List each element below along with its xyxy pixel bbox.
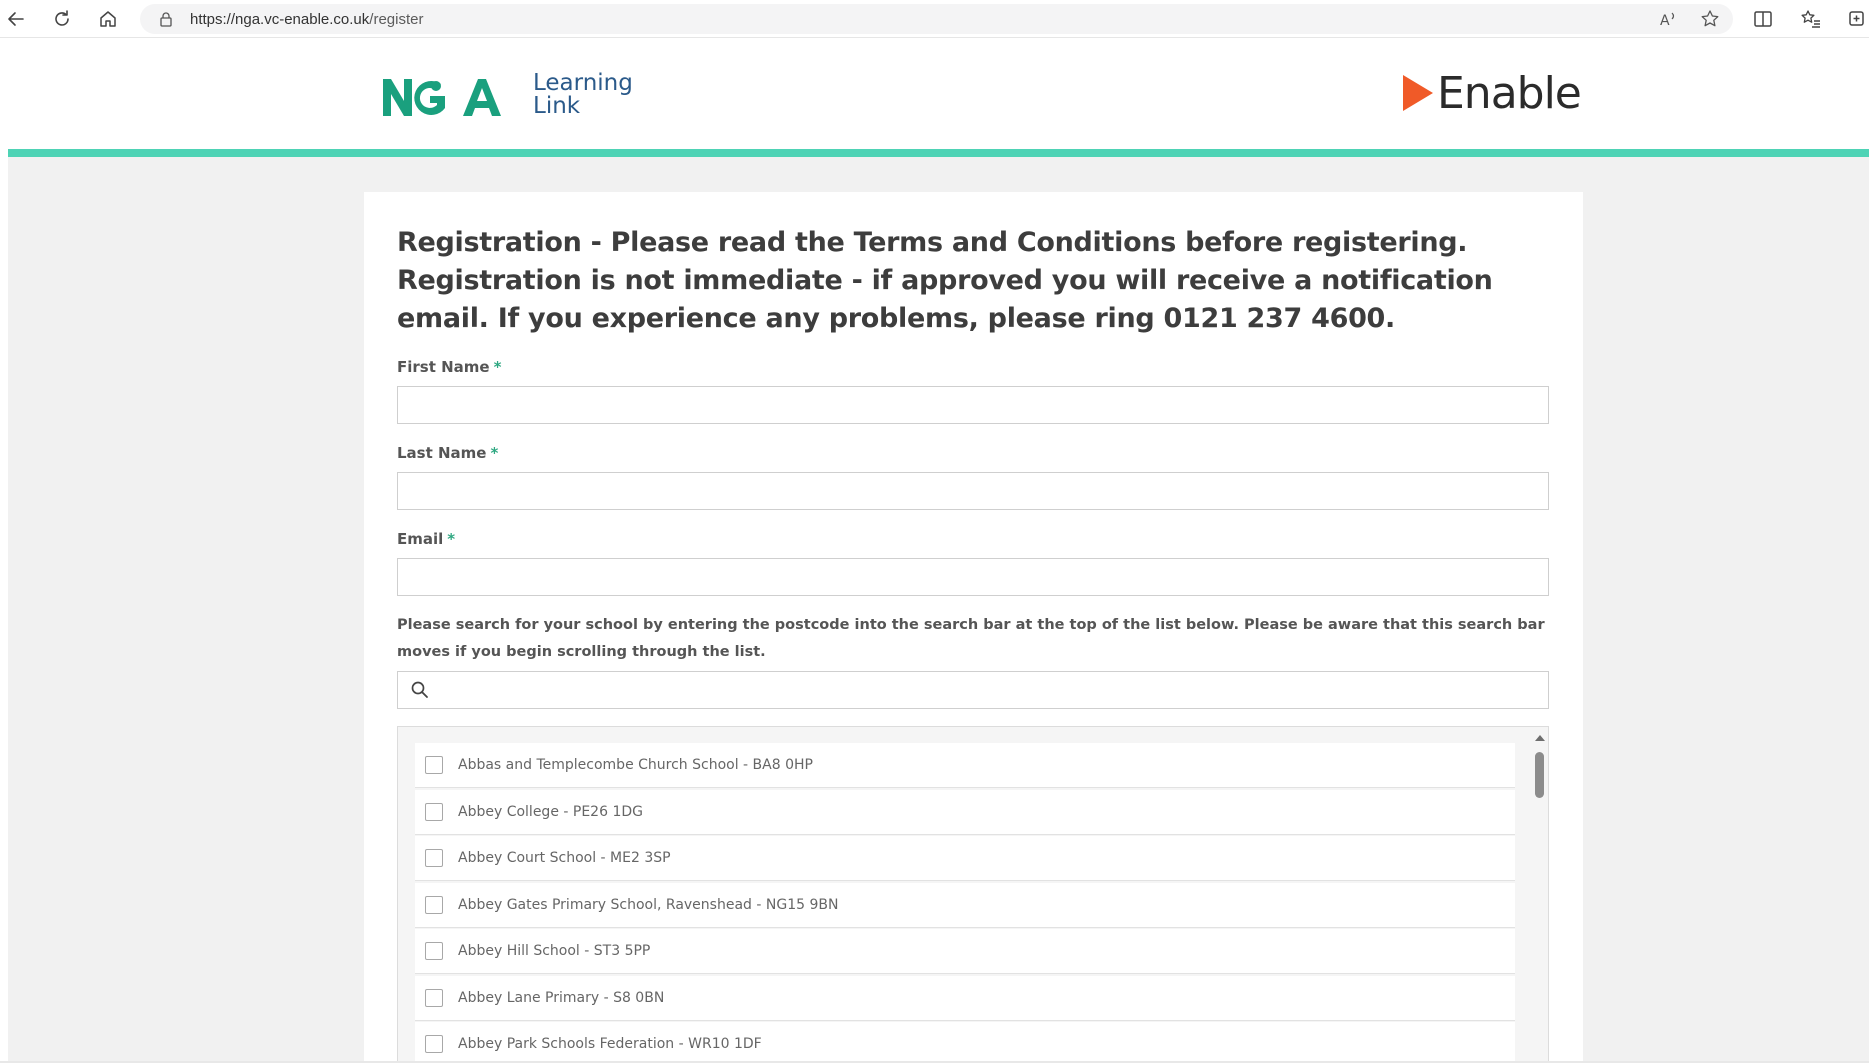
split-screen-icon[interactable]	[1752, 8, 1774, 30]
school-name: Abbas and Templecombe Church School - BA…	[458, 757, 813, 773]
school-list[interactable]: Abbas and Templecombe Church School - BA…	[397, 726, 1549, 1063]
logo-text-link: Link	[533, 93, 581, 119]
nga-logo-icon	[383, 79, 501, 116]
required-marker: *	[490, 444, 499, 462]
school-list-item[interactable]: Abbey College - PE26 1DG	[415, 789, 1515, 834]
email-input[interactable]	[397, 558, 1549, 596]
browser-toolbar: https://nga.vc-enable.co.uk/register A	[0, 0, 1869, 38]
school-list-item[interactable]: Abbas and Templecombe Church School - BA…	[415, 743, 1515, 787]
school-checkbox[interactable]	[425, 895, 443, 914]
lock-icon[interactable]	[158, 11, 174, 27]
site-header: Learning Link Enable	[8, 38, 1869, 149]
registration-title: Registration - Please read the Terms and…	[397, 227, 1493, 334]
collections-icon[interactable]	[1846, 8, 1868, 30]
enable-logo[interactable]: Enable	[1403, 67, 1582, 119]
school-checkbox[interactable]	[425, 942, 443, 960]
school-list-items: Abbas and Templecombe Church School - BA…	[415, 743, 1515, 1063]
school-search-help-text: Please search for your school by enterin…	[397, 617, 1545, 660]
read-aloud-icon[interactable]: A	[1658, 9, 1678, 29]
school-checkbox[interactable]	[425, 802, 443, 821]
school-list-item[interactable]: Abbey Hill School - ST3 5PP	[415, 929, 1515, 973]
school-checkbox[interactable]	[425, 849, 443, 867]
school-list-item[interactable]: Abbey Gates Primary School, Ravenshead -…	[415, 882, 1515, 927]
school-name: Abbey Court School - ME2 3SP	[458, 850, 671, 866]
refresh-icon[interactable]	[50, 7, 74, 31]
required-marker: *	[447, 530, 456, 548]
school-list-item[interactable]: Abbey Lane Primary - S8 0BN	[415, 975, 1515, 1020]
last-name-input[interactable]	[397, 472, 1549, 510]
back-icon[interactable]	[4, 7, 28, 31]
school-list-item[interactable]: Abbey Court School - ME2 3SP	[415, 836, 1515, 880]
school-name: Abbey Park Schools Federation - WR10 1DF	[458, 1036, 762, 1052]
school-name: Abbey Lane Primary - S8 0BN	[458, 989, 665, 1006]
school-checkbox[interactable]	[425, 988, 443, 1007]
school-list-item[interactable]: Abbey Park Schools Federation - WR10 1DF	[415, 1022, 1515, 1063]
address-bar[interactable]: https://nga.vc-enable.co.uk/register A	[140, 4, 1733, 34]
favorite-star-icon[interactable]	[1700, 9, 1720, 29]
school-name: Abbey Hill School - ST3 5PP	[458, 943, 651, 959]
school-list-scrollbar[interactable]	[1531, 727, 1548, 1063]
url-text[interactable]: https://nga.vc-enable.co.uk/register	[190, 11, 423, 28]
school-checkbox[interactable]	[425, 1035, 443, 1053]
registration-card: Registration - Please read the Terms and…	[364, 192, 1583, 1063]
first-name-label: First Name *	[397, 358, 502, 376]
enable-logo-text: Enable	[1437, 67, 1582, 119]
school-checkbox[interactable]	[425, 756, 443, 774]
header-accent-bar	[8, 149, 1869, 157]
search-icon	[411, 681, 428, 698]
home-icon[interactable]	[96, 7, 120, 31]
last-name-label: Last Name *	[397, 444, 499, 462]
play-triangle-icon	[1403, 75, 1433, 111]
first-name-input[interactable]	[397, 386, 1549, 424]
favorites-icon[interactable]	[1800, 8, 1822, 30]
email-label: Email *	[397, 530, 456, 548]
school-search-bar[interactable]	[397, 671, 1549, 709]
required-marker: *	[493, 358, 502, 376]
scroll-up-arrow-icon[interactable]	[1535, 735, 1545, 741]
svg-text:A: A	[1660, 13, 1670, 29]
school-name: Abbey College - PE26 1DG	[458, 803, 643, 820]
scroll-thumb[interactable]	[1535, 752, 1544, 798]
school-name: Abbey Gates Primary School, Ravenshead -…	[458, 896, 839, 913]
school-search-input[interactable]	[440, 672, 1540, 707]
